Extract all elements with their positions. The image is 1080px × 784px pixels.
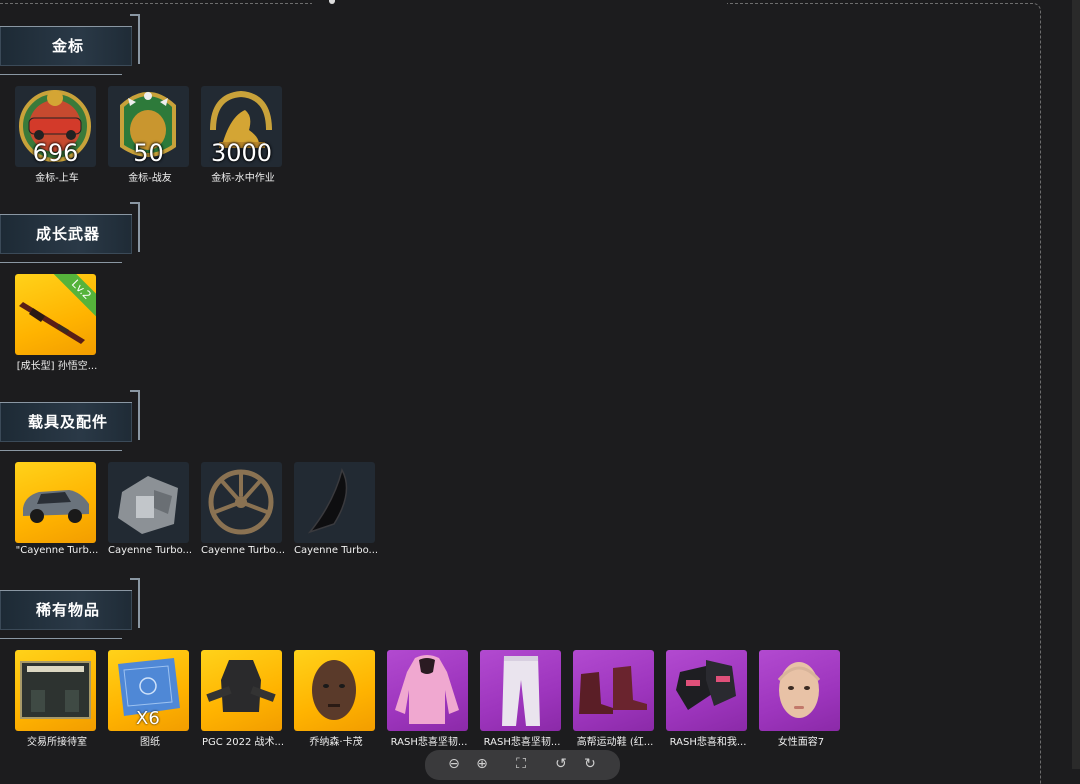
fit-screen-icon[interactable]: ⛶ [512, 755, 530, 773]
rifle-icon: Lv.2 [15, 274, 96, 355]
item-pgc-vest[interactable]: PGC 2022 战术... [201, 650, 285, 748]
item-growth-rifle[interactable]: Lv.2 [成长型] 孙悟空... [15, 274, 97, 372]
room-icon [15, 650, 96, 731]
hoodie-icon [387, 650, 468, 731]
item-count: 696 [32, 139, 79, 167]
section-header-rare-items: 稀有物品 [0, 578, 140, 646]
item-rash-pants[interactable]: RASH悲喜坚韧... [480, 650, 562, 748]
section-title: 载具及配件 [27, 413, 108, 431]
gold-badge-car-icon: 696 [15, 86, 96, 167]
zoom-in-icon[interactable]: ⊕ [473, 755, 491, 773]
item-high-top-shoes[interactable]: 高帮运动鞋 (红... [573, 650, 655, 748]
zoom-out-icon[interactable]: ⊖ [445, 755, 463, 773]
section-header-growth-weapon: 成长武器 [0, 202, 140, 270]
section-header-vehicles: 载具及配件 [0, 390, 140, 458]
gold-badge-water-icon: 3000 [201, 86, 282, 167]
item-rash-hoodie[interactable]: RASH悲喜坚韧... [387, 650, 469, 748]
section-title: 金标 [51, 37, 84, 55]
rotate-right-icon[interactable]: ↻ [581, 755, 599, 773]
item-label: 图纸 [140, 737, 160, 748]
item-label: RASH悲喜和我... [669, 737, 747, 748]
header-line [0, 74, 122, 75]
pants-icon [480, 650, 561, 731]
item-exchange-room[interactable]: 交易所接待室 [15, 650, 97, 748]
item-gold-badge-water[interactable]: 3000 金标-水中作业 [201, 86, 283, 184]
item-label: PGC 2022 战术... [201, 737, 285, 748]
header-line [0, 450, 122, 451]
item-label: 金标-战友 [128, 173, 172, 184]
header-line [0, 262, 122, 263]
item-gold-badge-teammate[interactable]: 50 金标-战友 [108, 86, 190, 184]
female-face-icon [759, 650, 840, 731]
item-label: 乔纳森·卡茂 [309, 737, 363, 748]
item-label: 女性面容7 [777, 737, 825, 748]
gold-badge-teammate-icon: 50 [108, 86, 189, 167]
car-icon [15, 462, 96, 543]
car-part-icon [294, 462, 375, 543]
image-viewer-toolbar: ⊖ ⊕ ⛶ ↺ ↻ [425, 750, 620, 780]
item-count: 50 [133, 139, 164, 167]
section-header-gold-badge: 金标 [0, 14, 140, 82]
item-label: RASH悲喜坚韧... [483, 737, 561, 748]
item-label: 金标-上车 [35, 173, 79, 184]
item-rash-gloves[interactable]: RASH悲喜和我... [666, 650, 748, 748]
blueprint-icon: X6 [108, 650, 189, 731]
boots-icon [573, 650, 654, 731]
header-line [0, 638, 122, 639]
scrollbar[interactable] [1072, 0, 1080, 769]
engine-part-icon [108, 462, 189, 543]
item-gold-badge-car[interactable]: 696 金标-上车 [15, 86, 97, 184]
item-count: X6 [136, 708, 160, 729]
gloves-icon [666, 650, 747, 731]
item-jonathan[interactable]: 乔纳森·卡茂 [294, 650, 376, 748]
item-label: 金标-水中作业 [211, 173, 275, 184]
item-label: Cayenne Turbo... [294, 545, 378, 556]
item-cayenne-part[interactable]: Cayenne Turbo... [294, 462, 378, 556]
item-label: Cayenne Turbo... [201, 545, 285, 556]
item-female-face-7[interactable]: 女性面容7 [759, 650, 841, 748]
section-title: 成长武器 [35, 225, 100, 243]
character-face-icon [294, 650, 375, 731]
item-label: RASH悲喜坚韧... [390, 737, 468, 748]
item-cayenne-engine[interactable]: Cayenne Turbo... [108, 462, 192, 556]
item-label: Cayenne Turbo... [108, 545, 192, 556]
item-cayenne-wheel[interactable]: Cayenne Turbo... [201, 462, 285, 556]
item-blueprint[interactable]: X6 图纸 [108, 650, 190, 748]
item-cayenne-car[interactable]: "Cayenne Turb... [15, 462, 99, 556]
item-label: [成长型] 孙悟空... [16, 361, 98, 372]
rotate-left-icon[interactable]: ↺ [552, 755, 570, 773]
item-count: 3000 [210, 139, 273, 167]
wheel-icon [201, 462, 282, 543]
frame-gap [312, 0, 727, 6]
item-label: "Cayenne Turb... [15, 545, 99, 556]
vest-icon [201, 650, 282, 731]
section-title: 稀有物品 [35, 601, 100, 619]
item-label: 交易所接待室 [27, 737, 87, 748]
item-label: 高帮运动鞋 (红... [576, 737, 654, 748]
